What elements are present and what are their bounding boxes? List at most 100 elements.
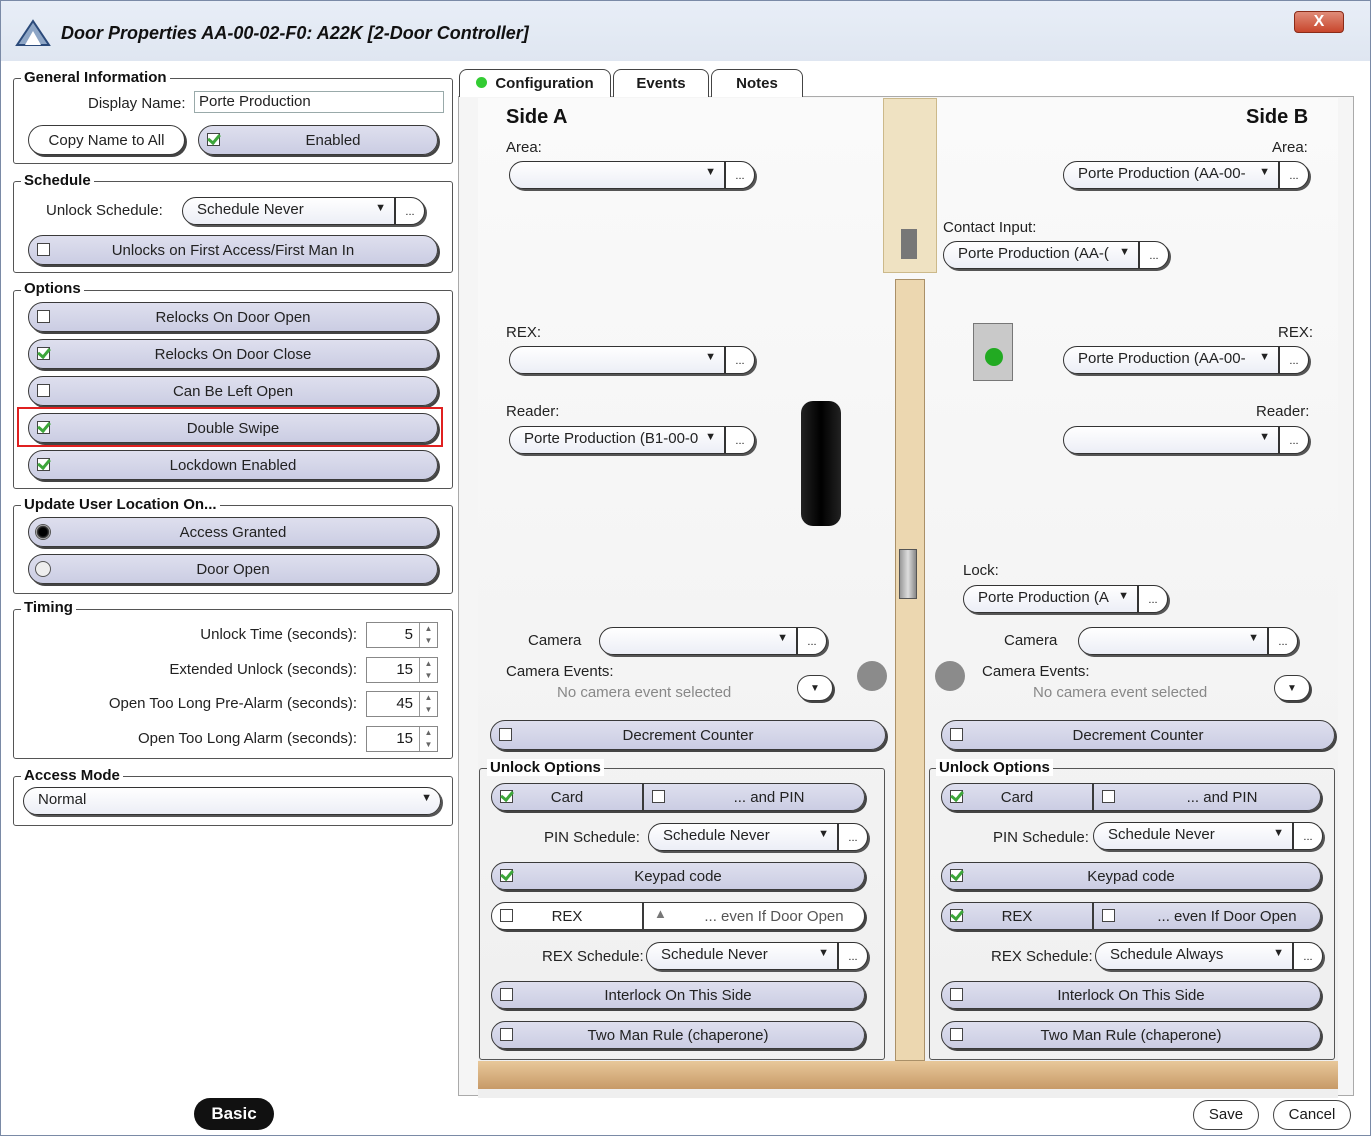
relocks-open-checkbox[interactable]	[37, 310, 50, 323]
extended-unlock-stepper[interactable]: 15 ▲ ▼	[366, 657, 438, 683]
side-a-card-toggle[interactable]: Card	[491, 783, 643, 811]
side-a-and-pin-toggle[interactable]: ... and PIN	[643, 783, 865, 811]
location-door-open[interactable]: Door Open	[28, 554, 438, 584]
side-b-rex-schedule-browse[interactable]: ...	[1293, 942, 1323, 970]
and-pin-checkbox[interactable]	[1102, 790, 1115, 803]
close-button[interactable]: X	[1294, 11, 1344, 33]
copy-name-to-all-button[interactable]: Copy Name to All	[28, 125, 185, 155]
lockdown-checkbox[interactable]	[37, 458, 50, 471]
side-a-rex-schedule-browse[interactable]: ...	[838, 942, 868, 970]
save-button[interactable]: Save	[1193, 1100, 1259, 1130]
side-b-card-toggle[interactable]: Card	[941, 783, 1093, 811]
side-a-rex-browse[interactable]: ...	[725, 346, 755, 374]
side-a-rex-label: REX:	[506, 324, 542, 341]
door-open-radio[interactable]	[35, 561, 51, 577]
side-a-camera-events-dropdown[interactable]: ▼	[797, 675, 833, 701]
side-b-interlock-toggle[interactable]: Interlock On This Side	[941, 981, 1321, 1009]
chevron-down-icon: ▼	[1273, 827, 1284, 839]
side-b-area-select[interactable]: Porte Production (AA-00- ▼	[1063, 161, 1279, 189]
side-b-camera-browse[interactable]: ...	[1268, 627, 1298, 655]
side-b-lock-select[interactable]: Porte Production (A ▼	[963, 585, 1138, 613]
side-b-and-pin-toggle[interactable]: ... and PIN	[1093, 783, 1321, 811]
rex-checkbox[interactable]	[500, 909, 513, 922]
location-access-granted[interactable]: Access Granted	[28, 517, 438, 547]
side-b-reader-browse[interactable]: ...	[1279, 426, 1309, 454]
even-open-checkbox[interactable]	[1102, 909, 1115, 922]
and-pin-checkbox[interactable]	[652, 790, 665, 803]
side-b-rex-toggle[interactable]: REX	[941, 902, 1093, 930]
side-a-rex-toggle[interactable]: REX	[491, 902, 643, 930]
side-a-area-select[interactable]: ▼	[509, 161, 725, 189]
side-a-pin-schedule-browse[interactable]: ...	[838, 823, 868, 851]
relocks-close-checkbox[interactable]	[37, 347, 50, 360]
side-a-even-open-toggle[interactable]: ▲ ... even If Door Open	[643, 902, 865, 930]
unlock-schedule-select[interactable]: Schedule Never ▼	[182, 197, 395, 225]
option-relocks-on-door-open[interactable]: Relocks On Door Open	[28, 302, 438, 332]
first-access-checkbox[interactable]	[37, 243, 50, 256]
side-a-reader-browse[interactable]: ...	[725, 426, 755, 454]
side-a-rex-schedule-select[interactable]: Schedule Never ▼	[646, 942, 838, 970]
rex-checkbox[interactable]	[950, 909, 963, 922]
card-checkbox[interactable]	[950, 790, 963, 803]
enabled-checkbox[interactable]	[207, 133, 220, 146]
side-a-area-browse[interactable]: ...	[725, 161, 755, 189]
option-can-be-left-open[interactable]: Can Be Left Open	[28, 376, 438, 406]
side-a-decrement-counter[interactable]: Decrement Counter	[490, 720, 886, 750]
first-access-toggle[interactable]: Unlocks on First Access/First Man In	[28, 235, 438, 265]
side-b-pin-schedule-browse[interactable]: ...	[1293, 822, 1323, 850]
interlock-checkbox[interactable]	[500, 988, 513, 1001]
even-open-label: ... even If Door Open	[1157, 907, 1297, 925]
option-lockdown-enabled[interactable]: Lockdown Enabled	[28, 450, 438, 480]
side-b-reader-label: Reader:	[1256, 403, 1310, 420]
enabled-toggle[interactable]: Enabled	[198, 125, 438, 155]
side-b-rex-browse[interactable]: ...	[1279, 346, 1309, 374]
side-a-camera-select[interactable]: ▼	[599, 627, 797, 655]
side-b-decrement-counter[interactable]: Decrement Counter	[941, 720, 1335, 750]
cancel-button[interactable]: Cancel	[1273, 1100, 1351, 1130]
side-b-rex-schedule-label: REX Schedule:	[991, 948, 1093, 965]
display-name-input[interactable]: Porte Production	[194, 91, 444, 113]
card-checkbox[interactable]	[500, 790, 513, 803]
chevron-down-icon: ▼	[1119, 246, 1130, 258]
side-a-two-man-toggle[interactable]: Two Man Rule (chaperone)	[491, 1021, 865, 1049]
side-b-two-man-toggle[interactable]: Two Man Rule (chaperone)	[941, 1021, 1321, 1049]
two-man-checkbox[interactable]	[500, 1028, 513, 1041]
side-b-even-open-toggle[interactable]: ... even If Door Open	[1093, 902, 1321, 930]
side-b-area-browse[interactable]: ...	[1279, 161, 1309, 189]
side-b-keypad-toggle[interactable]: Keypad code	[941, 862, 1321, 890]
basic-mode-button[interactable]: Basic	[194, 1098, 274, 1130]
side-b-lock-browse[interactable]: ...	[1138, 585, 1168, 613]
decrement-checkbox[interactable]	[950, 728, 963, 741]
access-granted-radio[interactable]	[35, 524, 51, 540]
alarm-stepper[interactable]: 15 ▲ ▼	[366, 726, 438, 752]
side-b-contact-select[interactable]: Porte Production (AA-(▼	[943, 241, 1139, 269]
side-a-rex-select[interactable]: ▼	[509, 346, 725, 374]
side-b-contact-browse[interactable]: ...	[1139, 241, 1169, 269]
side-a-keypad-toggle[interactable]: Keypad code	[491, 862, 865, 890]
unlock-schedule-browse-button[interactable]: ...	[395, 197, 425, 225]
side-b-pin-schedule-select[interactable]: Schedule Never ▼	[1093, 822, 1293, 850]
unlock-schedule-label: Unlock Schedule:	[46, 202, 163, 219]
side-b-rex-schedule-select[interactable]: Schedule Always ▼	[1095, 942, 1293, 970]
side-b-camera-events-dropdown[interactable]: ▼	[1274, 675, 1310, 701]
unlock-time-stepper[interactable]: 5 ▲ ▼	[366, 622, 438, 648]
decrement-checkbox[interactable]	[499, 728, 512, 741]
left-open-checkbox[interactable]	[37, 384, 50, 397]
keypad-checkbox[interactable]	[500, 869, 513, 882]
side-a-pin-schedule-select[interactable]: Schedule Never ▼	[648, 823, 838, 851]
tab-configuration[interactable]: Configuration	[459, 69, 611, 97]
pre-alarm-stepper[interactable]: 45 ▲ ▼	[366, 691, 438, 717]
tab-notes[interactable]: Notes	[711, 69, 803, 97]
two-man-checkbox[interactable]	[950, 1028, 963, 1041]
side-b-reader-select[interactable]: ▼	[1063, 426, 1279, 454]
side-a-reader-select[interactable]: Porte Production (B1-00-0 ▼	[509, 426, 725, 454]
side-b-camera-select[interactable]: ▼	[1078, 627, 1268, 655]
side-b-rex-select[interactable]: Porte Production (AA-00- ▼	[1063, 346, 1279, 374]
tab-events[interactable]: Events	[613, 69, 709, 97]
access-mode-select[interactable]: Normal ▼	[23, 787, 441, 815]
keypad-checkbox[interactable]	[950, 869, 963, 882]
option-relocks-on-door-close[interactable]: Relocks On Door Close	[28, 339, 438, 369]
interlock-checkbox[interactable]	[950, 988, 963, 1001]
side-a-interlock-toggle[interactable]: Interlock On This Side	[491, 981, 865, 1009]
side-a-camera-browse[interactable]: ...	[797, 627, 827, 655]
